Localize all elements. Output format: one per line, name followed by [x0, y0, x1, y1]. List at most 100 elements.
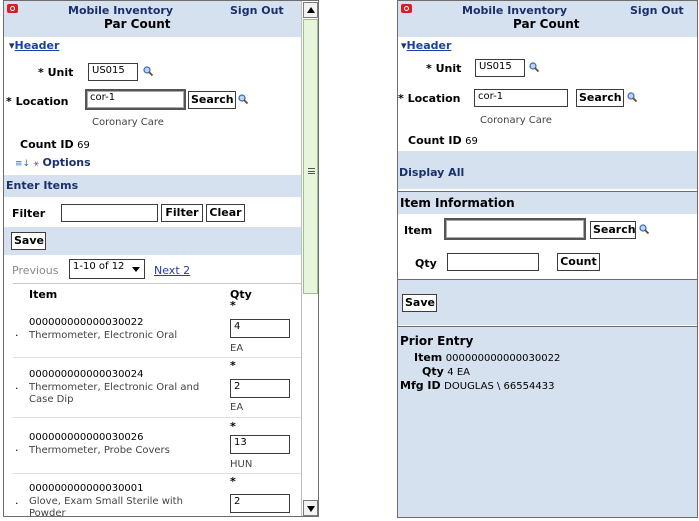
unit-label: * Unit [38, 66, 74, 79]
filter-button[interactable]: Filter [161, 204, 203, 222]
scroll-thumb[interactable] [303, 19, 318, 294]
enter-items-title: Enter Items [6, 179, 79, 192]
item-code: 000000000000030024 [29, 369, 144, 380]
item-code: 000000000000030001 [29, 483, 144, 494]
count-id: Count ID 69 [20, 138, 90, 151]
required-marker: * [230, 420, 236, 433]
item-description-cont: Case Dip [29, 394, 74, 405]
count-id-label: Count ID [20, 138, 74, 151]
location-field[interactable]: cor-1 [474, 89, 568, 107]
uom-label: HUN [230, 459, 253, 470]
save-button[interactable]: Save [11, 232, 46, 250]
row-bullet: · [15, 329, 19, 342]
pager-range: 1-10 of 12 [73, 261, 125, 272]
item-search-button[interactable]: Search [590, 221, 636, 239]
row-divider [13, 417, 301, 418]
row-bullet: · [15, 382, 19, 395]
location-lookup-icon[interactable] [627, 92, 637, 102]
qty-input[interactable]: 13 [230, 435, 290, 454]
item-label: Item [404, 224, 433, 237]
right-screen: Mobile Inventory Sign Out Par Count ▾Hea… [397, 0, 698, 518]
unit-field[interactable]: US015 [475, 59, 525, 77]
qty-input[interactable] [447, 253, 539, 271]
required-marker: * [230, 359, 236, 372]
prior-mfg: Mfg ID DOUGLAS \ 66554433 [400, 379, 554, 392]
left-screen: Mobile Inventory Sign Out Par Count ▾Hea… [3, 0, 319, 517]
arrow-down-icon [307, 506, 315, 512]
unit-lookup-icon[interactable] [529, 62, 539, 72]
unit-field[interactable]: US015 [88, 63, 138, 81]
item-description: Glove, Exam Small Sterile with [29, 496, 183, 507]
header-toggle[interactable]: ▾Header [401, 39, 451, 52]
qty-input[interactable]: 4 [230, 319, 290, 338]
oracle-logo-icon [401, 4, 412, 13]
prior-item-label: Item [414, 351, 443, 364]
item-info-title: Item Information [400, 196, 515, 210]
display-all-link[interactable]: Display All [399, 166, 464, 179]
count-id-label: Count ID [408, 134, 462, 147]
sign-out-link[interactable]: Sign Out [630, 4, 684, 17]
pager-next-link[interactable]: Next 2 [154, 264, 190, 277]
row-divider [13, 473, 301, 474]
vertical-scrollbar[interactable] [301, 1, 318, 516]
item-code: 000000000000030022 [29, 317, 144, 328]
row-divider [13, 357, 301, 358]
location-lookup-icon[interactable] [238, 94, 248, 104]
row-bullet: · [15, 497, 19, 510]
item-description: Thermometer, Probe Covers [29, 445, 170, 456]
clear-button[interactable]: Clear [206, 204, 245, 222]
item-input[interactable] [444, 218, 586, 240]
location-field[interactable]: cor-1 [85, 89, 186, 110]
qty-input[interactable]: 2 [230, 379, 290, 398]
location-label: * Location [6, 95, 69, 108]
uom-label: EA [230, 402, 244, 413]
item-lookup-icon[interactable] [639, 224, 649, 234]
location-description: Coronary Care [92, 117, 164, 128]
location-description: Coronary Care [480, 115, 552, 126]
pager-range-select[interactable]: 1-10 of 12 [69, 259, 145, 279]
save-band [4, 227, 302, 255]
uom-label: EA [230, 343, 244, 354]
prior-mfg-label: Mfg ID [400, 379, 441, 392]
item-description-cont: Powder [29, 508, 66, 517]
location-search-button[interactable]: Search [188, 91, 236, 109]
app-header: Mobile Inventory Sign Out Par Count [4, 1, 318, 37]
scroll-down-button[interactable] [303, 500, 318, 516]
prior-item-value: 000000000000030022 [445, 353, 561, 364]
table-header-line [13, 283, 302, 284]
item-description: Thermometer, Electronic Oral and [29, 382, 200, 393]
page-subtitle: Par Count [513, 17, 580, 31]
prior-qty-value: 4 EA [447, 367, 470, 378]
arrow-up-icon [307, 7, 315, 13]
count-id-value: 69 [77, 140, 90, 151]
sign-out-link[interactable]: Sign Out [230, 4, 284, 17]
required-marker: * [230, 475, 236, 488]
header-link[interactable]: Header [15, 39, 60, 52]
scroll-up-button[interactable] [303, 2, 318, 18]
count-button[interactable]: Count [557, 253, 600, 271]
prior-entry-title: Prior Entry [400, 334, 474, 348]
count-id-value: 69 [465, 136, 478, 147]
count-id: Count ID 69 [408, 134, 478, 147]
prior-qty-label: Qty [422, 365, 444, 378]
item-code: 000000000000030026 [29, 432, 144, 443]
header-toggle[interactable]: ▾Header [9, 39, 59, 52]
pager-previous: Previous [12, 264, 59, 277]
dropdown-arrow-icon [132, 267, 140, 272]
options-label[interactable]: Options [43, 156, 91, 169]
options-list-icon: ≡↓ [15, 159, 31, 169]
app-header: Mobile Inventory Sign Out Par Count [398, 1, 697, 37]
grip-icon [308, 168, 315, 174]
save-button[interactable]: Save [402, 294, 437, 312]
page-subtitle: Par Count [104, 17, 171, 31]
location-search-button[interactable]: Search [576, 89, 624, 107]
required-marker: * [230, 299, 236, 312]
qty-input[interactable]: 2 [230, 494, 290, 513]
header-link[interactable]: Header [407, 39, 452, 52]
options-row[interactable]: ≡↓ ⚹ Options [15, 156, 91, 169]
filter-input[interactable] [61, 204, 158, 222]
unit-lookup-icon[interactable] [143, 66, 153, 76]
save-band [398, 279, 697, 325]
app-title: Mobile Inventory [462, 4, 568, 17]
filter-label: Filter [12, 207, 46, 220]
